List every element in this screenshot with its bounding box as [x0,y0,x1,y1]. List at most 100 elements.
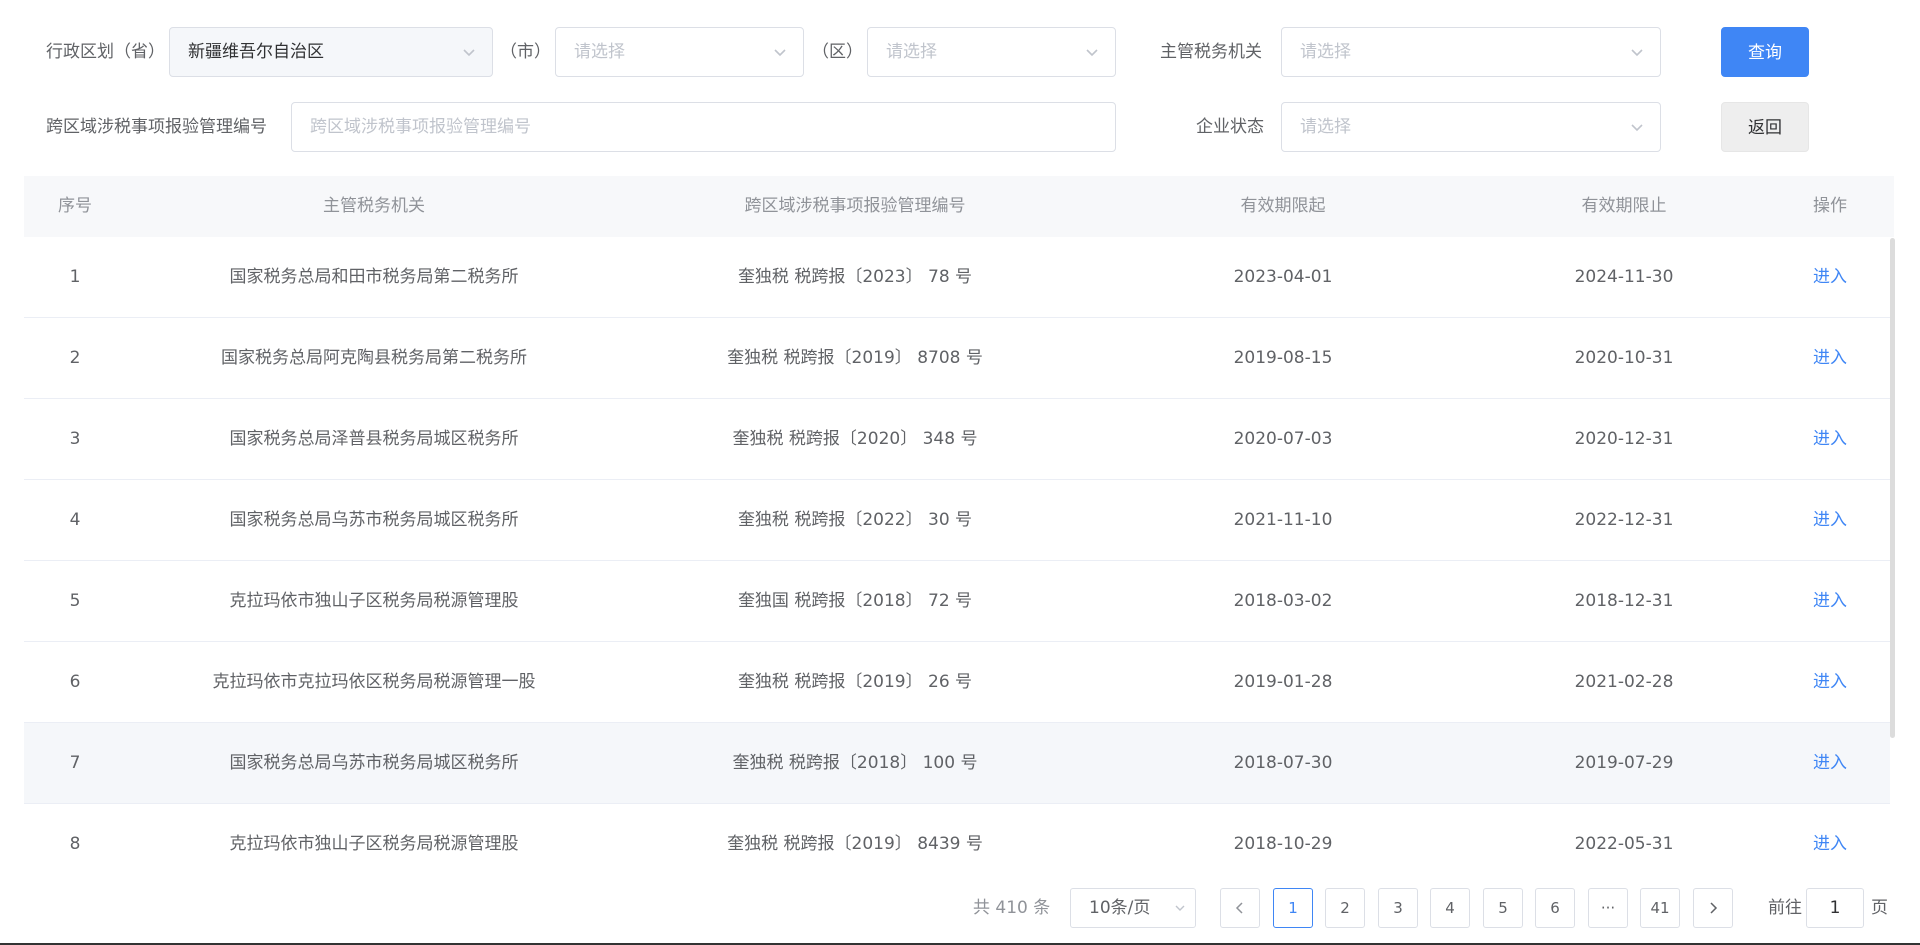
company-status-select[interactable]: 请选择 [1281,102,1661,152]
chevron-right-icon [1710,902,1718,914]
pagination-total: 共 410 条 [973,898,1051,918]
cell-valid-from: 2021-11-10 [1233,510,1333,530]
chevron-down-icon [1175,905,1185,911]
page-button-6[interactable]: 6 [1535,888,1575,928]
cell-valid-from: 2018-07-30 [1233,753,1333,773]
table-row: 5 克拉玛依市独山子区税务局税源管理股 奎独国 税跨报〔2018〕 72 号 2… [24,561,1890,642]
cell-valid-to: 2019-07-29 [1574,753,1674,773]
next-page-button[interactable] [1693,888,1733,928]
tax-office-placeholder: 请选择 [1300,42,1351,62]
chevron-down-icon [463,49,475,57]
cell-index: 6 [69,672,81,692]
cell-tax-office: 国家税务总局乌苏市税务局城区税务所 [229,510,519,530]
cell-valid-from: 2018-10-29 [1233,834,1333,854]
page-button-3[interactable]: 3 [1378,888,1418,928]
table-row: 2 国家税务总局阿克陶县税务局第二税务所 奎独税 税跨报〔2019〕 8708 … [24,318,1890,399]
table-row: 1 国家税务总局和田市税务局第二税务所 奎独税 税跨报〔2023〕 78 号 2… [24,237,1890,318]
enter-link[interactable]: 进入 [1770,237,1890,317]
table-row: 3 国家税务总局泽普县税务局城区税务所 奎独税 税跨报〔2020〕 348 号 … [24,399,1890,480]
cell-tax-office: 国家税务总局阿克陶县税务局第二税务所 [221,348,527,368]
column-header-valid-to: 有效期限止 [1581,196,1667,216]
cell-report-no: 奎独国 税跨报〔2018〕 72 号 [737,591,973,611]
cell-tax-office: 克拉玛依市独山子区税务局税源管理股 [229,591,519,611]
cell-valid-to: 2022-12-31 [1574,510,1674,530]
province-label: 行政区划（省） [46,42,165,62]
report-no-input[interactable]: 跨区域涉税事项报验管理编号 [291,102,1116,152]
page-button-1[interactable]: 1 [1273,888,1313,928]
city-select[interactable]: 请选择 [555,27,804,77]
goto-page-input[interactable]: 1 [1806,888,1864,928]
column-header-tax-office: 主管税务机关 [323,196,425,216]
cell-report-no: 奎独税 税跨报〔2019〕 8708 号 [727,348,983,368]
company-status-label: 企业状态 [1196,117,1264,137]
page-size-value: 10条/页 [1089,898,1151,918]
filter-row-2: 跨区域涉税事项报验管理编号 跨区域涉税事项报验管理编号 企业状态 请选择 返回 [0,102,1920,152]
enter-link[interactable]: 进入 [1770,723,1890,803]
column-header-index: 序号 [58,196,92,216]
province-value: 新疆维吾尔自治区 [188,42,324,62]
cell-tax-office: 国家税务总局泽普县税务局城区税务所 [229,429,519,449]
cell-index: 2 [69,348,81,368]
chevron-down-icon [1631,124,1643,132]
filter-row-1: 行政区划（省） 新疆维吾尔自治区 （市） 请选择 （区） 请选择 主管税务机关 … [0,27,1920,77]
cell-valid-from: 2020-07-03 [1233,429,1333,449]
page-button-last[interactable]: 41 [1640,888,1680,928]
company-status-placeholder: 请选择 [1300,117,1351,137]
chevron-down-icon [774,49,786,57]
page-ellipsis-button[interactable]: ··· [1588,888,1628,928]
tax-office-label: 主管税务机关 [1160,42,1262,62]
table-row: 6 克拉玛依市克拉玛依区税务局税源管理一股 奎独税 税跨报〔2019〕 26 号… [24,642,1890,723]
cell-valid-to: 2018-12-31 [1574,591,1674,611]
report-no-placeholder: 跨区域涉税事项报验管理编号 [310,117,531,137]
cell-valid-to: 2020-10-31 [1574,348,1674,368]
district-select[interactable]: 请选择 [867,27,1116,77]
chevron-left-icon [1235,902,1243,914]
cell-valid-to: 2022-05-31 [1574,834,1674,854]
city-label: （市） [500,42,551,62]
table-body: 1 国家税务总局和田市税务局第二税务所 奎独税 税跨报〔2023〕 78 号 2… [24,237,1890,874]
tax-office-select[interactable]: 请选择 [1281,27,1661,77]
results-table: 序号 主管税务机关 跨区域涉税事项报验管理编号 有效期限起 有效期限止 操作 1… [24,176,1894,874]
column-header-report-no: 跨区域涉税事项报验管理编号 [744,196,966,216]
cell-tax-office: 克拉玛依市独山子区税务局税源管理股 [229,834,519,854]
table-row: 7 国家税务总局乌苏市税务局城区税务所 奎独税 税跨报〔2018〕 100 号 … [24,723,1890,804]
query-button[interactable]: 查询 [1721,27,1809,77]
district-placeholder: 请选择 [886,42,937,62]
back-button[interactable]: 返回 [1721,102,1809,152]
cell-tax-office: 国家税务总局乌苏市税务局城区税务所 [229,753,519,773]
cell-report-no: 奎独税 税跨报〔2019〕 26 号 [737,672,973,692]
cell-valid-from: 2018-03-02 [1233,591,1333,611]
cell-index: 4 [69,510,81,530]
cell-tax-office: 克拉玛依市克拉玛依区税务局税源管理一股 [212,672,536,692]
page: 行政区划（省） 新疆维吾尔自治区 （市） 请选择 （区） 请选择 主管税务机关 … [0,0,1920,945]
pagination: 共 410 条 10条/页 1 2 3 4 5 6 ··· 41 前往 1 页 [0,888,1920,928]
table-row: 8 克拉玛依市独山子区税务局税源管理股 奎独税 税跨报〔2019〕 8439 号… [24,804,1890,874]
enter-link[interactable]: 进入 [1770,399,1890,479]
column-header-action: 操作 [1813,196,1847,216]
enter-link[interactable]: 进入 [1770,804,1890,874]
cell-valid-to: 2024-11-30 [1574,267,1674,287]
cell-valid-to: 2021-02-28 [1574,672,1674,692]
cell-report-no: 奎独税 税跨报〔2019〕 8439 号 [727,834,983,854]
cell-valid-from: 2019-01-28 [1233,672,1333,692]
cell-report-no: 奎独税 税跨报〔2018〕 100 号 [732,753,978,773]
prev-page-button[interactable] [1220,888,1260,928]
table-scrollbar-thumb[interactable] [1890,238,1895,738]
province-select[interactable]: 新疆维吾尔自治区 [169,27,493,77]
goto-prefix: 前往 [1768,898,1802,918]
enter-link[interactable]: 进入 [1770,318,1890,398]
column-header-valid-from: 有效期限起 [1240,196,1326,216]
enter-link[interactable]: 进入 [1770,561,1890,641]
goto-suffix: 页 [1871,898,1888,918]
page-button-2[interactable]: 2 [1325,888,1365,928]
enter-link[interactable]: 进入 [1770,480,1890,560]
city-placeholder: 请选择 [574,42,625,62]
cell-report-no: 奎独税 税跨报〔2023〕 78 号 [737,267,973,287]
page-size-select[interactable]: 10条/页 [1070,888,1196,928]
enter-link[interactable]: 进入 [1770,642,1890,722]
cell-index: 3 [69,429,81,449]
page-button-5[interactable]: 5 [1483,888,1523,928]
page-button-4[interactable]: 4 [1430,888,1470,928]
table-row: 4 国家税务总局乌苏市税务局城区税务所 奎独税 税跨报〔2022〕 30 号 2… [24,480,1890,561]
district-label: （区） [812,42,863,62]
